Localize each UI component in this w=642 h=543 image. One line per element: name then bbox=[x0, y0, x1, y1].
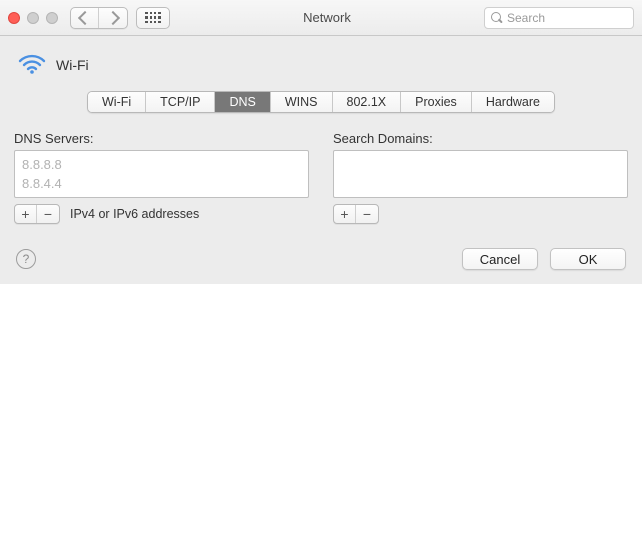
search-domains-add-remove: + − bbox=[333, 204, 379, 224]
tab-wifi[interactable]: Wi-Fi bbox=[88, 92, 146, 112]
tab-tcpip[interactable]: TCP/IP bbox=[146, 92, 215, 112]
interface-header: Wi-Fi bbox=[14, 46, 628, 91]
dns-servers-column: DNS Servers: 8.8.8.88.8.4.4 + − IPv4 or … bbox=[14, 131, 309, 224]
dns-hint: IPv4 or IPv6 addresses bbox=[70, 207, 199, 221]
minimize-window-button bbox=[27, 12, 39, 24]
window-controls bbox=[8, 12, 58, 24]
dns-server-entry[interactable]: 8.8.4.4 bbox=[21, 174, 302, 193]
dns-servers-list[interactable]: 8.8.8.88.8.4.4 bbox=[14, 150, 309, 198]
help-button[interactable]: ? bbox=[16, 249, 36, 269]
dns-server-entry[interactable]: 8.8.8.8 bbox=[21, 155, 302, 174]
dns-servers-label: DNS Servers: bbox=[14, 131, 309, 146]
pref-pane-body: Wi-Fi Wi-FiTCP/IPDNSWINS802.1XProxiesHar… bbox=[0, 36, 642, 236]
close-window-button[interactable] bbox=[8, 12, 20, 24]
dns-columns: DNS Servers: 8.8.8.88.8.4.4 + − IPv4 or … bbox=[14, 131, 628, 224]
window-toolbar: Network Search bbox=[0, 0, 642, 36]
dialog-footer: ? Cancel OK bbox=[0, 236, 642, 284]
chevron-right-icon bbox=[106, 10, 120, 24]
ok-button[interactable]: OK bbox=[550, 248, 626, 270]
nav-back-button bbox=[71, 8, 99, 28]
search-icon bbox=[491, 12, 503, 24]
show-all-prefs-button[interactable] bbox=[136, 7, 170, 29]
search-placeholder: Search bbox=[507, 11, 545, 25]
tab-proxies[interactable]: Proxies bbox=[401, 92, 472, 112]
search-domains-label: Search Domains: bbox=[333, 131, 628, 146]
chevron-left-icon bbox=[77, 10, 91, 24]
grid-icon bbox=[145, 12, 160, 23]
search-domains-add-button[interactable]: + bbox=[334, 205, 356, 223]
dns-add-button[interactable]: + bbox=[15, 205, 37, 223]
tab-bar: Wi-FiTCP/IPDNSWINS802.1XProxiesHardware bbox=[14, 91, 628, 113]
window-title: Network bbox=[303, 10, 351, 25]
search-domains-remove-button[interactable]: − bbox=[356, 205, 378, 223]
search-domains-column: Search Domains: + − bbox=[333, 131, 628, 224]
tab-wins[interactable]: WINS bbox=[271, 92, 333, 112]
dns-remove-button[interactable]: − bbox=[37, 205, 59, 223]
tab-dns[interactable]: DNS bbox=[215, 92, 270, 112]
toolbar-search-field[interactable]: Search bbox=[484, 7, 634, 29]
cancel-button[interactable]: Cancel bbox=[462, 248, 538, 270]
nav-forward-button bbox=[99, 8, 127, 28]
search-domains-list[interactable] bbox=[333, 150, 628, 198]
wifi-icon bbox=[18, 52, 46, 77]
zoom-window-button bbox=[46, 12, 58, 24]
tab-8021x[interactable]: 802.1X bbox=[333, 92, 402, 112]
nav-back-forward bbox=[70, 7, 128, 29]
dns-add-remove: + − bbox=[14, 204, 60, 224]
tab-hardware[interactable]: Hardware bbox=[472, 92, 554, 112]
interface-name: Wi-Fi bbox=[56, 57, 89, 73]
